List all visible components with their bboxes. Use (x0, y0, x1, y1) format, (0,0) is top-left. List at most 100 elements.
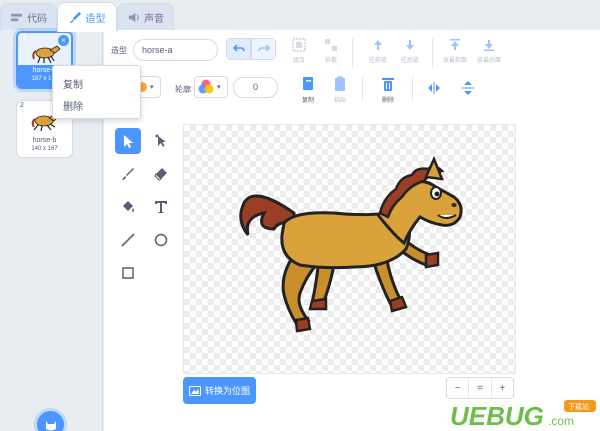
redo-button[interactable] (251, 38, 276, 60)
copy-label: 复制 (301, 98, 314, 104)
circle-icon (154, 233, 168, 247)
ungroup-label: 拆散 (324, 58, 337, 64)
cat-icon (45, 420, 56, 430)
tab-code[interactable]: 代码 (0, 3, 57, 31)
back-label: 放最后面 (476, 58, 501, 64)
send-to-back-icon (484, 40, 494, 51)
line-tool[interactable] (115, 227, 141, 253)
eraser-icon (154, 168, 167, 181)
outline-color-picker[interactable]: ▾ (194, 76, 228, 98)
fill-tool[interactable] (115, 194, 141, 220)
arrow-up-icon (374, 40, 382, 50)
toolbar-divider (432, 38, 433, 68)
svg-text:.com: .com (548, 414, 574, 428)
image-icon (188, 385, 201, 396)
toolbar-divider (412, 76, 413, 102)
color-swatch-icon (198, 79, 214, 94)
backward-label: 往后放 (400, 58, 419, 64)
group-button[interactable]: 组合 (284, 38, 314, 70)
svg-text:UEBUG: UEBUG (450, 401, 544, 431)
zoom-out-button[interactable]: − (447, 378, 468, 398)
flip-horizontal-icon (428, 82, 440, 94)
code-icon (10, 13, 23, 22)
menu-item-delete[interactable]: 删除 (63, 98, 83, 113)
undo-button[interactable] (226, 38, 251, 60)
line-icon (121, 233, 135, 247)
undo-icon (232, 44, 245, 52)
tab-sounds-label: 声音 (144, 14, 164, 25)
circle-tool[interactable] (148, 227, 174, 253)
paint-bucket-icon (123, 201, 134, 212)
zoom-reset-button[interactable]: = (468, 378, 492, 398)
uebug-logo: UEBUG .com 下载站 (450, 400, 596, 431)
rectangle-icon (122, 267, 134, 279)
reshape-icon (155, 134, 166, 147)
convert-label: 转换为位图 (204, 386, 250, 396)
tab-sounds[interactable]: 声音 (117, 3, 174, 31)
eraser-tool[interactable] (148, 161, 174, 187)
convert-to-bitmap-button[interactable]: 转换为位图 (183, 377, 256, 404)
rectangle-tool[interactable] (115, 260, 141, 286)
zoom-in-button[interactable]: + (492, 378, 513, 398)
horse-costume-image (239, 155, 463, 333)
paste-icon (335, 76, 345, 91)
outline-label: 轮廓 (175, 85, 191, 94)
group-icon (292, 38, 306, 52)
menu-item-duplicate[interactable]: 复制 (63, 76, 83, 91)
context-menu: 复制 删除 (52, 65, 141, 119)
chevron-down-icon: ▾ (150, 84, 154, 91)
ungroup-button[interactable]: 拆散 (316, 38, 346, 70)
front-label: 放最前面 (442, 58, 467, 64)
flip-vertical-button[interactable] (452, 80, 484, 99)
costume-name-input[interactable]: horse-a (133, 39, 218, 61)
speaker-icon (128, 12, 139, 23)
costume-size: 140 x 167 (31, 146, 58, 152)
zoom-controls: − = + (446, 377, 514, 399)
group-label: 组合 (292, 58, 305, 64)
svg-text:下载站: 下载站 (568, 402, 589, 411)
costume-name-label: 造型 (111, 46, 127, 55)
tab-costumes-label: 造型 (85, 14, 106, 25)
brush-icon (122, 168, 134, 180)
back-button[interactable]: 放最后面 (474, 38, 504, 70)
brush-tool[interactable] (115, 161, 141, 187)
choose-costume-button[interactable] (34, 408, 67, 431)
delete-button[interactable]: 删除 (372, 76, 404, 104)
bring-to-front-icon (450, 39, 460, 50)
copy-button[interactable]: 复制 (292, 76, 324, 104)
text-tool[interactable] (148, 194, 174, 220)
tab-code-label: 代码 (27, 14, 47, 25)
undo-redo-group (226, 38, 276, 60)
select-tool[interactable] (115, 128, 141, 154)
forward-label: 往前放 (368, 58, 387, 64)
flip-vertical-icon (462, 81, 474, 95)
costume-thumbnail (32, 45, 61, 64)
flip-horizontal-button[interactable] (418, 80, 450, 99)
tab-costumes[interactable]: 造型 (57, 2, 117, 32)
ungroup-icon (325, 39, 337, 51)
text-icon (155, 201, 167, 213)
paste-button[interactable]: 粘贴 (324, 76, 356, 104)
backward-button[interactable]: 往后放 (395, 38, 425, 70)
trash-icon (382, 78, 394, 91)
delete-label: 删除 (381, 98, 394, 104)
paste-label: 粘贴 (333, 98, 346, 104)
outline-width-input[interactable]: 0 (233, 77, 278, 98)
costume-name: horse-b (32, 137, 57, 144)
toolbar-divider (352, 38, 353, 68)
tab-bar: 代码 造型 声音 (0, 0, 600, 32)
costume-index: 2 (20, 102, 24, 109)
costume-index: 1 (23, 34, 27, 41)
front-button[interactable]: 放最前面 (440, 38, 470, 70)
arrow-down-icon (406, 40, 414, 50)
site-watermark: UEBUG .com 下载站 (446, 397, 600, 431)
paint-canvas[interactable] (183, 124, 516, 374)
copy-icon (303, 77, 313, 90)
reshape-tool[interactable] (148, 128, 174, 154)
chevron-down-icon: ▾ (217, 84, 221, 91)
forward-button[interactable]: 往前放 (363, 38, 393, 70)
redo-icon (257, 44, 270, 52)
cursor-icon (124, 135, 133, 148)
close-icon[interactable]: × (58, 35, 69, 46)
brush-icon (69, 11, 81, 24)
